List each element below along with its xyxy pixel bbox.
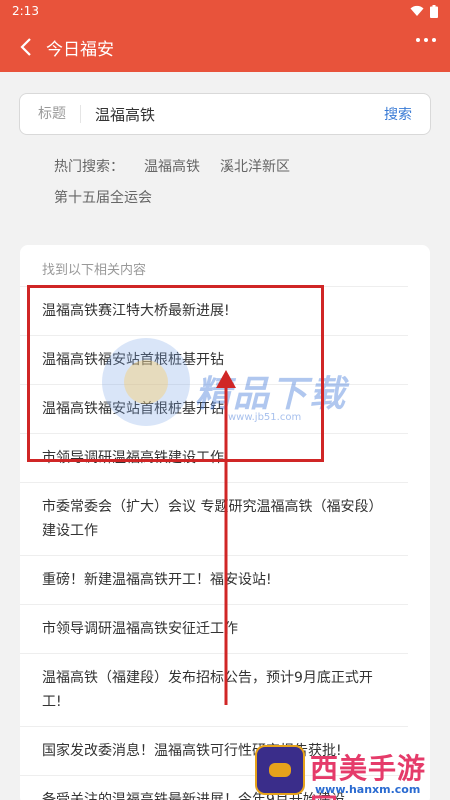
highlight-box: [27, 285, 324, 462]
search-button[interactable]: 搜索: [366, 104, 430, 124]
hot-search-label: 热门搜索：: [54, 159, 124, 175]
hot-keyword[interactable]: 温福高铁: [144, 155, 200, 179]
arrow-up-icon: [216, 370, 236, 705]
page-title: 今日福安: [46, 39, 114, 60]
battery-icon: [430, 4, 438, 18]
hot-keyword[interactable]: 溪北洋新区: [220, 155, 290, 179]
back-button[interactable]: [6, 22, 46, 72]
status-bar: 2:13: [0, 0, 450, 22]
gamepad-icon: [255, 745, 305, 795]
hot-keyword[interactable]: 第十五届全运会: [54, 186, 152, 210]
brand-watermark: 西美手游网 www.hanxm.com: [255, 745, 450, 800]
hot-search: 热门搜索： 温福高铁 溪北洋新区 第十五届全运会: [54, 155, 414, 217]
wifi-icon: [410, 5, 424, 16]
search-field-label: 标题: [20, 105, 81, 123]
search-bar: 标题 搜索: [19, 93, 431, 135]
app-bar: 今日福安: [0, 22, 450, 72]
brand-url: www.hanxm.com: [315, 783, 421, 796]
search-input[interactable]: [81, 105, 366, 123]
status-time: 2:13: [12, 4, 39, 18]
results-header: 找到以下相关内容: [20, 245, 408, 287]
chevron-left-icon: [20, 38, 31, 56]
more-options-icon[interactable]: [416, 38, 436, 42]
